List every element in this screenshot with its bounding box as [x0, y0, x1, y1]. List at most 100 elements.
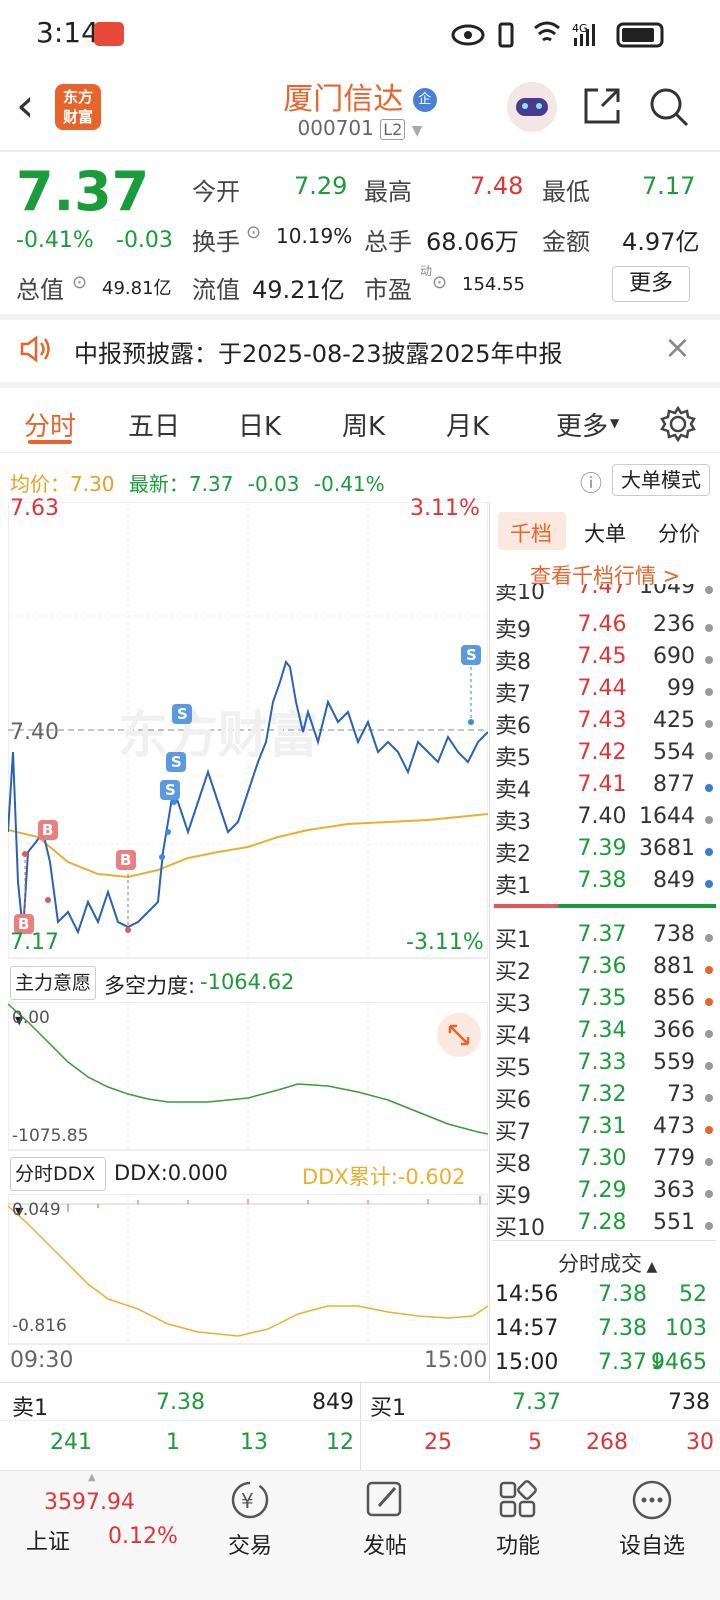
index-pct[interactable]: 0.12% [108, 1524, 178, 1549]
settings-gear-icon[interactable] [660, 406, 696, 442]
nav-add-watchlist[interactable]: 设自选 [592, 1478, 712, 1560]
ask-row[interactable]: 卖8 7.45 690 [490, 644, 715, 676]
speaker-icon [20, 335, 50, 363]
svg-text:¥: ¥ [241, 1489, 254, 1513]
tab-monthly-k[interactable]: 月K [446, 406, 489, 443]
pe-label: 市盈 [364, 276, 412, 304]
more-dots-icon [632, 1480, 672, 1520]
indicator2-label: DDX:0.000 [114, 1161, 228, 1185]
nav-watch-label: 设自选 [618, 1534, 685, 1559]
bid-row[interactable]: 买3 7.35 856 [490, 986, 715, 1018]
tab-weekly-k[interactable]: 周K [342, 406, 385, 443]
info-icon[interactable]: ⊙ [246, 222, 261, 243]
ask-row[interactable]: 卖5 7.42 554 [490, 740, 715, 772]
bid-row[interactable]: 买1 7.37 738 [490, 922, 715, 954]
amount-value: 4.97亿 [622, 228, 700, 256]
tab-underline [28, 440, 72, 444]
large-order-mode-button[interactable]: 大单模式 [612, 464, 710, 496]
indicator1-name: 主力意愿 [15, 972, 92, 994]
nav-trade[interactable]: ¥ 交易 [190, 1478, 310, 1560]
help-icon[interactable]: ⓘ [580, 466, 602, 498]
tab-daily-k[interactable]: 日K [238, 406, 281, 443]
stock-code: 000701 [297, 116, 374, 140]
bid-row[interactable]: 买9 7.29 363 [490, 1178, 715, 1210]
chart-top-price: 7.63 [10, 496, 59, 521]
time-axis-end: 15:00 [424, 1348, 488, 1373]
robot-assistant-icon[interactable] [507, 82, 557, 132]
more-button[interactable]: 更多 [612, 266, 690, 302]
indicator2-name: 分时DDX [15, 1163, 96, 1185]
ask-row[interactable]: 卖6 7.43 425 [490, 708, 715, 740]
current-price: 7.37 [16, 160, 150, 223]
open-label: 今开 [192, 178, 240, 206]
ask-row[interactable]: 卖9 7.46 236 [490, 612, 715, 644]
nav-post[interactable]: 发帖 [325, 1478, 445, 1560]
indicator1-label: 多空力度: [104, 974, 196, 998]
network-type: 4G [572, 22, 588, 35]
intraday-chart[interactable]: 东方财富 B B B S S S S [8, 502, 488, 960]
tab-more[interactable]: 更多 [556, 406, 608, 443]
bid-row[interactable]: 买6 7.32 73 [490, 1082, 715, 1114]
bid-row[interactable]: 买5 7.33 559 [490, 1050, 715, 1082]
latest-change: -0.03 [247, 472, 300, 496]
notice-text[interactable]: 中报预披露：于2025-08-23披露2025年中报 [74, 334, 563, 369]
svg-text:S: S [466, 646, 477, 664]
ob-tab-price[interactable]: 分价 [658, 518, 700, 548]
float-label: 流值 [192, 276, 240, 304]
ratio-bar-sell [494, 904, 558, 908]
high-label: 最高 [364, 178, 412, 206]
bid-row[interactable]: 买4 7.34 366 [490, 1018, 715, 1050]
indicator1-top: 0.00 [12, 1008, 50, 1028]
ob-tab-thousand[interactable]: 千档 [510, 518, 552, 548]
close-icon[interactable]: × [664, 328, 691, 366]
bq-ask-label: 卖1 [12, 1396, 48, 1421]
chevron-down-icon[interactable]: ▼ [412, 123, 423, 139]
tab-five-day[interactable]: 五日 [128, 406, 180, 443]
ask-row[interactable]: 卖2 7.39 3681 [490, 836, 715, 868]
low-value: 7.17 [642, 172, 696, 200]
latest-label: 最新： [128, 472, 189, 496]
pe-dynamic-mark: 动 [420, 264, 433, 278]
change-pct: -0.41% [16, 228, 94, 253]
level-badge: L2 [380, 119, 406, 140]
ask-row[interactable]: 卖4 7.41 877 [490, 772, 715, 804]
indicator1-bottom: -1075.85 [12, 1126, 89, 1146]
nav-post-label: 发帖 [362, 1534, 407, 1559]
edit-icon [366, 1481, 402, 1517]
low-label: 最低 [542, 178, 590, 206]
volume-value: 68.06万 [426, 228, 519, 256]
bid-row[interactable]: 买7 7.31 473 [490, 1114, 715, 1146]
search-icon[interactable] [648, 86, 690, 128]
index-name[interactable]: 上证 [26, 1524, 70, 1556]
caret-up-icon: ▲ [88, 1472, 96, 1483]
index-value[interactable]: 3597.94 [44, 1490, 135, 1515]
indicator2-chart [8, 1194, 488, 1345]
ratio-bar-buy [558, 904, 716, 908]
chart-bottom-pct: -3.11% [406, 930, 484, 955]
expand-icon[interactable] [436, 1012, 482, 1058]
ask-row[interactable]: 卖10 7.47 1049 [490, 584, 715, 606]
tab-intraday[interactable]: 分时 [24, 406, 76, 443]
ask-row[interactable]: 卖3 7.40 1644 [490, 804, 715, 836]
indicator1-selector[interactable]: 主力意愿 ▼ [10, 966, 96, 1027]
bid-row[interactable]: 买10 7.28 551 [490, 1210, 715, 1242]
ob-tab-large[interactable]: 大单 [584, 518, 626, 548]
info-icon[interactable]: ⊙ [72, 272, 87, 293]
tab-more-chevron-icon[interactable]: ▼ [610, 416, 619, 430]
share-icon[interactable] [582, 86, 622, 126]
bq-bid-price: 7.37 [512, 1390, 561, 1415]
open-value: 7.29 [294, 172, 348, 200]
indicator2-selector[interactable]: 分时DDX ▼ [10, 1157, 106, 1218]
ask-row[interactable]: 卖1 7.38 849 [490, 868, 715, 900]
bid-row[interactable]: 买2 7.36 881 [490, 954, 715, 986]
info-icon[interactable]: ⊙ [432, 272, 447, 293]
svg-text:B: B [120, 851, 131, 869]
status-icons: 4G [451, 21, 664, 48]
ask-row[interactable]: 卖7 7.44 99 [490, 676, 715, 708]
bq-bid-label: 买1 [370, 1396, 406, 1421]
avg-label: 均价： [10, 472, 70, 496]
avg-value: 7.30 [70, 472, 115, 496]
nav-functions[interactable]: 功能 [458, 1478, 578, 1560]
trades-title[interactable]: 分时成交 ▲ [558, 1248, 657, 1278]
bid-row[interactable]: 买8 7.30 779 [490, 1146, 715, 1178]
